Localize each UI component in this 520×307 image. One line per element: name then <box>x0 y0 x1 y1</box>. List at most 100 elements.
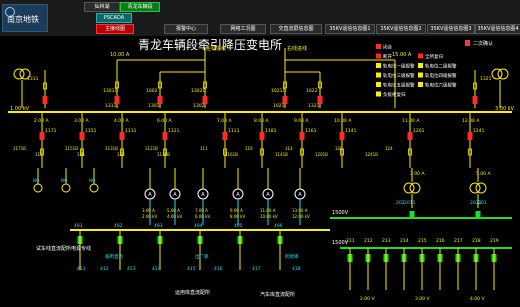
feeder-breaker-4[interactable] <box>222 132 228 140</box>
dc-current-0: 3.00 A <box>142 208 155 213</box>
switch-label-1021D: 1021D <box>271 88 286 94</box>
breaker-1301[interactable] <box>157 96 163 104</box>
breaker-label-1302: 1302 <box>193 103 205 109</box>
legend-label-6: 轨电位四级报警 <box>425 72 457 79</box>
bus-right-voltage: 3.00 kV <box>495 106 515 112</box>
feeder-breaker-3[interactable] <box>162 132 168 140</box>
feeder-sub-5: 113 <box>117 152 125 157</box>
legend-swatch <box>418 82 423 87</box>
legend-swatch <box>376 72 381 78</box>
dc-sub-414: 414 <box>152 266 161 272</box>
feeder-id-9: 1241 <box>473 128 485 134</box>
feeder-current-6: 9.00 A <box>294 118 309 124</box>
feeder-current-8: 11.00 A <box>402 118 420 124</box>
feeder-breaker-8[interactable] <box>407 132 413 140</box>
feeder-breaker-5[interactable] <box>259 132 265 140</box>
dc-current-1: 5.00 A <box>167 208 180 213</box>
legend-swatch <box>376 53 381 59</box>
feeder-current-9: 12.00 A <box>462 118 480 124</box>
feeder-breaker-9[interactable] <box>467 132 473 140</box>
pt-left-label: 1311 <box>27 76 39 82</box>
dc-caption-0: 备用直流 <box>105 253 123 260</box>
incoming-current-2: 15.00 A <box>392 52 412 58</box>
feeder-sub-16: 124 <box>385 146 393 151</box>
feeder-id-5: 1181 <box>265 128 277 134</box>
legend-swatch <box>418 53 423 59</box>
breaker-1311[interactable] <box>114 96 120 104</box>
dc-right-id-214: 214 <box>400 238 409 244</box>
dc-current-4: 11.00 A <box>260 208 276 213</box>
dc-right-value-1: 3.00 V <box>415 296 430 302</box>
breaker-1021[interactable] <box>282 96 288 104</box>
dc-bus-id-401: 401 <box>74 223 83 229</box>
feeder-current-7: 10.00 A <box>334 118 352 124</box>
ptv-current-1: 3.00 A <box>410 171 425 177</box>
dc-kv-1: 4.00 kV <box>167 214 182 219</box>
breaker-left-inc[interactable] <box>42 96 48 104</box>
legend-label-3: 轨电位一级报警 <box>383 63 415 70</box>
feeder-breaker-6[interactable] <box>299 132 305 140</box>
dc-current-3: 9.00 A <box>230 208 243 213</box>
breaker-right-inc[interactable] <box>472 96 478 104</box>
dc-kv-0: 2.00 kV <box>142 214 157 219</box>
dc-right-id-212: 212 <box>364 238 373 244</box>
breaker-1321[interactable] <box>317 96 323 104</box>
feeder-sub-3: 115 <box>77 152 85 157</box>
feeder-sub-11: 1141B <box>275 152 288 157</box>
pt-right-label: 1321 <box>480 76 492 82</box>
dc-current-5: 13.00 A <box>292 208 308 213</box>
feeder-breaker-0[interactable] <box>39 132 45 140</box>
feeder-sub-0: 1171B <box>13 146 26 151</box>
feeder-breaker-1[interactable] <box>79 132 85 140</box>
dc-right-voltage: 1500V <box>332 210 349 216</box>
switch-label-1002: 1002 <box>146 88 158 94</box>
incoming-right-label: 右线进线 <box>287 45 307 52</box>
incoming-left-label: 左线进线 <box>206 45 226 52</box>
incoming-current-1: 10.00 A <box>110 52 130 58</box>
feeder-sub-6: 1121B <box>145 146 158 151</box>
dc-bottom-label-0: 运用库直流配所 <box>175 289 210 296</box>
dc-right-id-211: 211 <box>346 238 355 244</box>
legend-swatch <box>418 72 423 78</box>
dc-bottom-label-1: 汽车库直流配所 <box>260 291 295 298</box>
feeder-id-1: 1151 <box>85 128 97 134</box>
breaker-1302[interactable] <box>202 96 208 104</box>
dc-bus-id-404: 404 <box>194 223 203 229</box>
dc-right-id-213: 213 <box>382 238 391 244</box>
legend-swatch <box>376 91 381 97</box>
feeder-breaker-2[interactable] <box>119 132 125 140</box>
feeder-sub-12: 114 <box>285 146 293 151</box>
single-line-diagram: 闭合断开 全所复归轨电位一级报警 轨电位二级报警轨电位三级报警 轨电位四级报警轨电位五… <box>8 40 515 302</box>
rectifier-symbol-5: A <box>298 192 302 198</box>
feeder-id-7: 1141 <box>345 128 357 134</box>
pt-right-coil2 <box>497 68 509 80</box>
xfmr-sub-201: 201 <box>478 200 487 206</box>
feeder-current-3: 6.00 A <box>157 118 172 124</box>
dc-sub-416: 416 <box>214 266 223 272</box>
dc-right-value-0: 2.00 V <box>360 296 375 302</box>
dc-sub-411: 411 <box>77 266 86 272</box>
dc-caption-1: 出厂库 <box>195 253 209 260</box>
switch-label-1302D: 1302D <box>191 88 206 94</box>
left-branch-label-1: NO. <box>61 178 68 183</box>
rectifier-symbol-4: A <box>266 192 270 198</box>
feeder-id-6: 1161 <box>305 128 317 134</box>
xfmr-2011-coil2 <box>409 182 421 194</box>
dc-right-value-2: 4.00 V <box>470 296 485 302</box>
lock-label: 二次确认 <box>473 40 493 47</box>
feeder-breaker-7[interactable] <box>339 132 345 140</box>
feeder-id-4: 1111 <box>228 128 240 134</box>
feeder-sub-8: 111 <box>200 146 208 151</box>
bus-left-voltage: 1.00 kV <box>10 106 30 112</box>
dc-current-2: 7.00 A <box>195 208 208 213</box>
dc-right-id-216: 216 <box>436 238 445 244</box>
dc-right-id-218: 218 <box>472 238 481 244</box>
rectifier-symbol-1: A <box>173 192 177 198</box>
feeder-sub-14: 120 <box>335 146 343 151</box>
dc-right-id-217: 217 <box>454 238 463 244</box>
legend-label-2: 全所复归 <box>425 53 443 60</box>
feeder-sub-10: 116 <box>245 146 253 151</box>
dc-sub-412: 412 <box>100 266 109 272</box>
legend-label-4: 轨电位二级报警 <box>425 63 457 70</box>
breaker-label-1301: 1301 <box>148 103 160 109</box>
